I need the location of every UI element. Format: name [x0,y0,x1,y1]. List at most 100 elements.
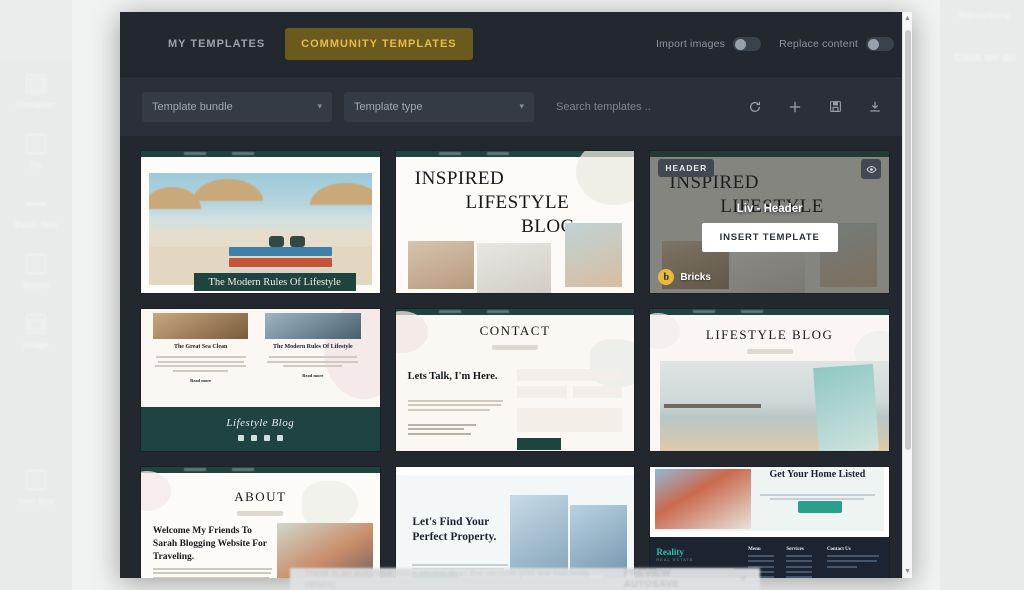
scrollbar-thumb[interactable] [905,30,911,450]
footer-column: Services [786,547,813,578]
template-card[interactable]: Let's Find Your Perfect Property. [394,466,636,578]
template-bundle-select[interactable]: Template bundle ▾ [142,91,332,122]
form-field-email[interactable] [517,386,567,398]
scroll-down-arrow[interactable]: ▼ [903,568,912,575]
download-icon[interactable] [866,98,884,116]
modal-scrollbar[interactable]: ▲ ▼ [902,12,912,578]
section-text [152,565,273,578]
divider-squiggle [237,511,284,516]
form-field-message[interactable] [517,408,623,432]
modal-header: MY TEMPLATES COMMUNITY TEMPLATES Import … [120,12,912,76]
autosave-notice-message: There is an autosave more recent than th… [304,568,590,590]
chevron-down-icon: ▾ [519,101,524,111]
instagram-icon [250,435,257,441]
template-card[interactable]: The Great Sea Clean Read more The Modern… [140,308,381,452]
divider-squiggle [491,345,538,350]
template-card[interactable]: The Modern Rules Of Lifestyle [140,150,381,294]
sidebar-item-label: Button [22,280,50,290]
import-images-group: Import images [655,37,762,51]
eye-icon[interactable] [861,159,881,179]
template-card-hovered[interactable]: INSPIRED LIFESTYLE BLOG HEADER Liv - Hea… [649,150,890,294]
building-photo [655,469,751,529]
pier-graphic [664,404,761,409]
cta-heading: Get Your Home Listed [769,469,866,480]
template-tabs: MY TEMPLATES COMMUNITY TEMPLATES [152,28,473,60]
search-placeholder: Search templates .. [556,100,651,113]
hero-line-1: INSPIRED [414,168,505,189]
sidebar-item-label: Image [22,340,49,350]
toggle-import-images[interactable] [733,37,762,51]
tab-community-templates[interactable]: COMMUNITY TEMPLATES [285,28,473,60]
divider-squiggle [746,349,793,354]
template-preview-image [659,361,889,451]
template-footer: Lifestyle Blog [141,407,380,451]
filter-toolbar: Template bundle ▾ Template type ▾ Search… [120,76,912,136]
search-input[interactable]: Search templates .. [546,92,734,122]
template-card[interactable]: INSPIRED LIFESTYLE BLOG [394,150,636,294]
surfboard-graphic [812,363,879,451]
replace-content-label: Replace content [779,38,858,50]
hero-heading: Let's Find Your Perfect Property. [412,515,512,545]
bricks-logo-icon: b [658,269,675,285]
builder-right-panel [940,0,1024,590]
cta-button[interactable] [798,501,843,513]
sidebar-item-button[interactable]: Button [0,240,72,300]
nav-stub [183,468,254,471]
close-icon[interactable]: × [740,574,746,585]
div-icon [26,134,46,154]
sidebar-item-label: Container [15,100,57,110]
contact-details [407,421,494,437]
card-topbar [650,309,889,315]
form-submit-button[interactable] [517,438,562,450]
refresh-icon[interactable] [746,98,764,116]
post-thumbnail [152,313,249,339]
sidebar-item-label: Basic Text [14,220,58,230]
header-options: Import images Replace content [656,37,894,51]
form-field-name[interactable] [517,369,623,381]
template-card[interactable]: Get Your Home Listed Reality REAL ESTATE [649,466,890,578]
autosave-notice-bar: There is an autosave more recent than th… [290,568,760,590]
hero-line-2: LIFESTYLE [465,191,570,213]
template-card[interactable]: CONTACT Lets Talk, I'm Here. [394,308,636,452]
footer-logo-sub: REAL ESTATE [656,557,694,562]
page-heading: LIFESTYLE BLOG [705,327,834,342]
template-preview-image [149,173,372,285]
books-graphic [229,245,332,277]
footer-column-title: Services [786,547,804,552]
save-icon[interactable] [826,98,844,116]
template-type-select[interactable]: Template type ▾ [344,91,534,122]
sidebar-item-icon-box[interactable]: Icon Box [0,456,72,516]
templates-grid: The Modern Rules Of Lifestyle INSPIRED L… [140,150,890,578]
import-images-label: Import images [655,38,726,50]
contact-form [517,369,623,450]
preview-autosave-link[interactable]: PREVIEW AUTOSAVE [624,568,725,590]
plus-icon[interactable] [786,98,804,116]
sidebar-item-image[interactable]: Image [0,300,72,360]
youtube-icon [276,435,283,441]
post-readmore[interactable]: Read more [265,373,360,378]
tab-my-templates[interactable]: MY TEMPLATES [152,28,281,60]
footer-logo: Reality [656,547,684,557]
sidebar-item-div[interactable]: Div [0,120,72,180]
template-type-value: Template type [354,100,423,113]
template-card[interactable]: ABOUT Welcome My Friends To Sarah Bloggi… [140,466,381,578]
insert-template-button[interactable]: INSERT TEMPLATE [701,223,838,252]
image-icon [26,314,46,334]
nav-stub [438,152,509,155]
template-card[interactable]: LIFESTYLE BLOG [649,308,890,452]
sidebar-item-container[interactable]: Container [0,60,72,120]
footer-column: Contact Us [826,547,879,571]
toggle-replace-content[interactable] [866,37,894,51]
scroll-up-arrow[interactable]: ▲ [903,15,912,22]
twitter-icon [263,435,270,441]
sidebar-item-basic-text[interactable]: Basic Text [0,180,72,240]
sidebar-item-label: Div [29,160,43,170]
hero-photo-1 [407,241,475,289]
card-topbar [395,309,635,315]
post-thumbnail [265,313,361,339]
template-title: Liv - Header [736,203,803,215]
footer-logo: Lifestyle Blog [226,417,295,429]
card-caption: The Modern Rules Of Lifestyle [193,273,356,291]
form-field-phone[interactable] [573,386,623,398]
post-readmore[interactable]: Read more [153,378,248,383]
